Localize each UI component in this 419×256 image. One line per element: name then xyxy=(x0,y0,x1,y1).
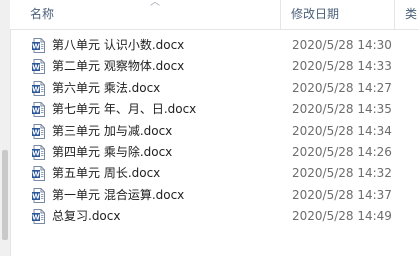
file-date-modified: 2020/5/28 14:27 xyxy=(292,80,392,95)
file-list: W 第八单元 认识小数.docx 2020/5/28 14:30 W 第二单元 观察物体… xyxy=(10,35,419,228)
file-date-modified: 2020/5/28 14:37 xyxy=(292,187,392,202)
file-name: 第二单元 观察物体.docx xyxy=(52,59,185,74)
word-document-icon: W xyxy=(32,59,45,75)
word-document-icon: W xyxy=(32,144,45,160)
column-divider[interactable] xyxy=(394,0,395,29)
file-date-modified: 2020/5/28 14:34 xyxy=(292,123,392,138)
sort-arrow-icon: ︿ xyxy=(150,0,160,8)
svg-text:W: W xyxy=(32,64,40,72)
file-name: 第三单元 加与减.docx xyxy=(52,123,173,138)
file-name: 第六单元 乘法.docx xyxy=(52,80,161,95)
file-name: 第五单元 周长.docx xyxy=(52,166,161,181)
word-document-icon: W xyxy=(32,187,45,203)
file-date-modified: 2020/5/28 14:32 xyxy=(292,166,392,181)
column-header-bar: ︿ 名称 修改日期 类 xyxy=(10,0,419,30)
word-document-icon: W xyxy=(32,209,45,225)
file-row[interactable]: W 第三单元 加与减.docx 2020/5/28 14:34 xyxy=(10,121,419,142)
column-header-name[interactable]: 名称 xyxy=(30,0,54,29)
file-row[interactable]: W 第七单元 年、月、日.docx 2020/5/28 14:35 xyxy=(10,99,419,120)
file-name: 第一单元 混合运算.docx xyxy=(52,187,185,202)
file-date-modified: 2020/5/28 14:30 xyxy=(292,38,392,52)
file-row[interactable]: W 第五单元 周长.docx 2020/5/28 14:32 xyxy=(10,163,419,184)
svg-text:W: W xyxy=(32,128,40,136)
file-name: 第八单元 认识小数.docx xyxy=(52,38,185,52)
file-date-modified: 2020/5/28 14:49 xyxy=(292,209,392,224)
file-row[interactable]: W 第二单元 观察物体.docx 2020/5/28 14:33 xyxy=(10,56,419,77)
svg-text:W: W xyxy=(32,149,40,157)
scrollbar-thumb[interactable] xyxy=(2,150,8,240)
word-document-icon: W xyxy=(32,38,45,53)
file-date-modified: 2020/5/28 14:33 xyxy=(292,59,392,74)
svg-text:W: W xyxy=(32,43,40,51)
column-header-type[interactable]: 类 xyxy=(405,0,417,29)
word-document-icon: W xyxy=(32,80,45,96)
file-name: 第七单元 年、月、日.docx xyxy=(52,102,197,117)
file-date-modified: 2020/5/28 14:35 xyxy=(292,102,392,117)
file-name: 总复习.docx xyxy=(52,209,121,224)
file-row[interactable]: W 第八单元 认识小数.docx 2020/5/28 14:30 xyxy=(10,35,419,56)
svg-text:W: W xyxy=(32,85,40,93)
svg-text:W: W xyxy=(32,107,40,115)
file-date-modified: 2020/5/28 14:26 xyxy=(292,144,392,159)
file-row[interactable]: W 第四单元 乘与除.docx 2020/5/28 14:26 xyxy=(10,142,419,163)
file-name: 第四单元 乘与除.docx xyxy=(52,144,173,159)
file-row[interactable]: W 总复习.docx 2020/5/28 14:49 xyxy=(10,206,419,227)
column-header-date-modified[interactable]: 修改日期 xyxy=(291,0,339,29)
column-divider[interactable] xyxy=(280,0,281,29)
word-document-icon: W xyxy=(32,102,45,118)
word-document-icon: W xyxy=(32,123,45,139)
svg-text:W: W xyxy=(32,192,40,200)
svg-text:W: W xyxy=(32,171,40,179)
file-row[interactable]: W 第一单元 混合运算.docx 2020/5/28 14:37 xyxy=(10,185,419,206)
svg-text:W: W xyxy=(32,214,40,222)
word-document-icon: W xyxy=(32,166,45,182)
file-row[interactable]: W 第六单元 乘法.docx 2020/5/28 14:27 xyxy=(10,78,419,99)
